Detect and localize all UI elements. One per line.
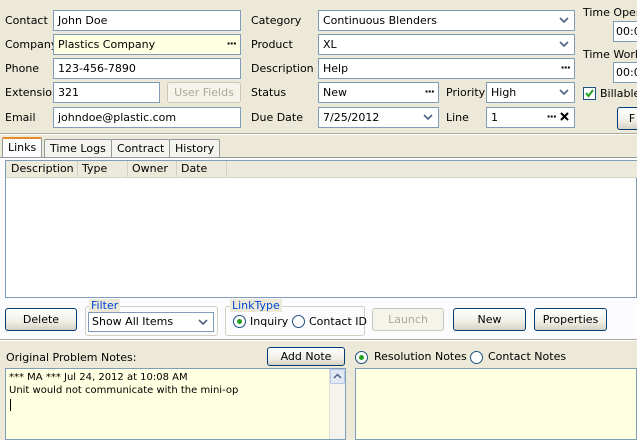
chevron-down-icon	[197, 316, 209, 328]
cut-off-button[interactable]: F	[617, 107, 637, 130]
tab-links[interactable]: Links	[2, 137, 43, 158]
original-notes-label: Original Problem Notes:	[6, 351, 137, 364]
status-browse-button[interactable]: ···	[424, 85, 435, 98]
filter-title: Filter	[89, 299, 121, 312]
time-worked-field[interactable]: 00:0	[613, 62, 637, 83]
column-date[interactable]: Date	[177, 161, 227, 177]
tab-contract[interactable]: Contract	[111, 139, 171, 157]
due-date-picker[interactable]: 7/25/2012	[318, 107, 439, 128]
billable-checkbox[interactable]	[583, 87, 596, 100]
category-select[interactable]: Continuous Blenders	[318, 10, 575, 31]
billable-label: Billable	[600, 87, 637, 100]
user-fields-button[interactable]: User Fields	[167, 82, 241, 103]
new-link-button[interactable]: New	[453, 308, 526, 331]
linktype-title: LinkType	[230, 299, 282, 312]
tab-time-logs[interactable]: Time Logs	[44, 139, 112, 157]
line-browse-button[interactable]: ···	[546, 110, 557, 123]
company-field[interactable]: Plastics Company ···	[53, 34, 241, 55]
contact-notes-label: Contact Notes	[488, 350, 567, 363]
notes-scrollbar[interactable]	[329, 369, 345, 439]
column-type[interactable]: Type	[78, 161, 128, 177]
column-description[interactable]: Description	[7, 161, 78, 177]
status-label: Status	[251, 86, 287, 99]
original-note-line-2: Unit would not communicate with the mini…	[9, 385, 239, 396]
extension-field[interactable]: 321	[53, 82, 160, 103]
text-cursor	[10, 399, 11, 411]
properties-button[interactable]: Properties	[534, 308, 607, 331]
divider	[0, 133, 637, 135]
resolution-notes-radio[interactable]	[355, 351, 368, 364]
add-note-button[interactable]: Add Note	[267, 347, 345, 366]
contact-label: Contact	[5, 14, 48, 27]
time-opened-field[interactable]: 00:0	[613, 21, 637, 42]
contact-field[interactable]: John Doe	[53, 10, 241, 31]
chevron-down-icon	[558, 14, 570, 26]
divider	[0, 339, 637, 341]
line-label: Line	[446, 111, 469, 124]
email-label: Email	[5, 111, 36, 124]
resolution-notes-label: Resolution Notes	[374, 350, 467, 363]
scroll-up-button[interactable]	[330, 369, 345, 384]
contact-notes-radio[interactable]	[470, 351, 483, 364]
delete-button[interactable]: Delete	[5, 308, 77, 331]
chevron-up-icon	[333, 373, 342, 379]
inquiry-radio[interactable]	[233, 315, 246, 328]
description-field[interactable]: Help ···	[318, 58, 575, 79]
clear-icon[interactable]	[559, 111, 570, 125]
due-date-label: Due Date	[251, 111, 303, 124]
launch-button[interactable]: Launch	[372, 308, 444, 331]
description-label: Description	[251, 62, 314, 75]
phone-field[interactable]: 123-456-7890	[53, 58, 241, 79]
column-owner[interactable]: Owner	[128, 161, 177, 177]
links-list[interactable]	[5, 160, 637, 298]
extension-label: Extension	[5, 86, 60, 99]
priority-select[interactable]: High	[486, 82, 575, 103]
time-opened-label: Time Opene	[583, 6, 637, 19]
tab-history[interactable]: History	[169, 139, 221, 157]
company-label: Company	[5, 38, 58, 51]
inquiry-label: Inquiry	[250, 315, 289, 328]
priority-label: Priority	[446, 86, 486, 99]
line-field[interactable]: 1 ···	[486, 107, 575, 128]
original-notes-textarea[interactable]: *** MA *** Jul 24, 2012 at 10:08 AM Unit…	[5, 368, 346, 440]
original-note-line-1: *** MA *** Jul 24, 2012 at 10:08 AM	[9, 372, 188, 383]
chevron-down-icon	[422, 111, 434, 123]
contact-id-radio[interactable]	[292, 315, 305, 328]
contact-id-label: Contact ID	[309, 315, 368, 328]
chevron-down-icon	[558, 86, 570, 98]
email-field[interactable]: johndoe@plastic.com	[53, 107, 241, 128]
description-browse-button[interactable]: ···	[560, 61, 571, 74]
filter-select[interactable]: Show All Items	[88, 312, 214, 332]
resolution-notes-textarea[interactable]	[355, 368, 637, 440]
company-browse-button[interactable]: ···	[226, 37, 237, 50]
product-label: Product	[251, 38, 293, 51]
status-field[interactable]: New ···	[318, 82, 439, 103]
chevron-down-icon	[558, 38, 570, 50]
category-label: Category	[251, 14, 302, 27]
phone-label: Phone	[5, 62, 40, 75]
product-select[interactable]: XL	[318, 34, 575, 55]
time-worked-label: Time Worke	[583, 48, 637, 61]
